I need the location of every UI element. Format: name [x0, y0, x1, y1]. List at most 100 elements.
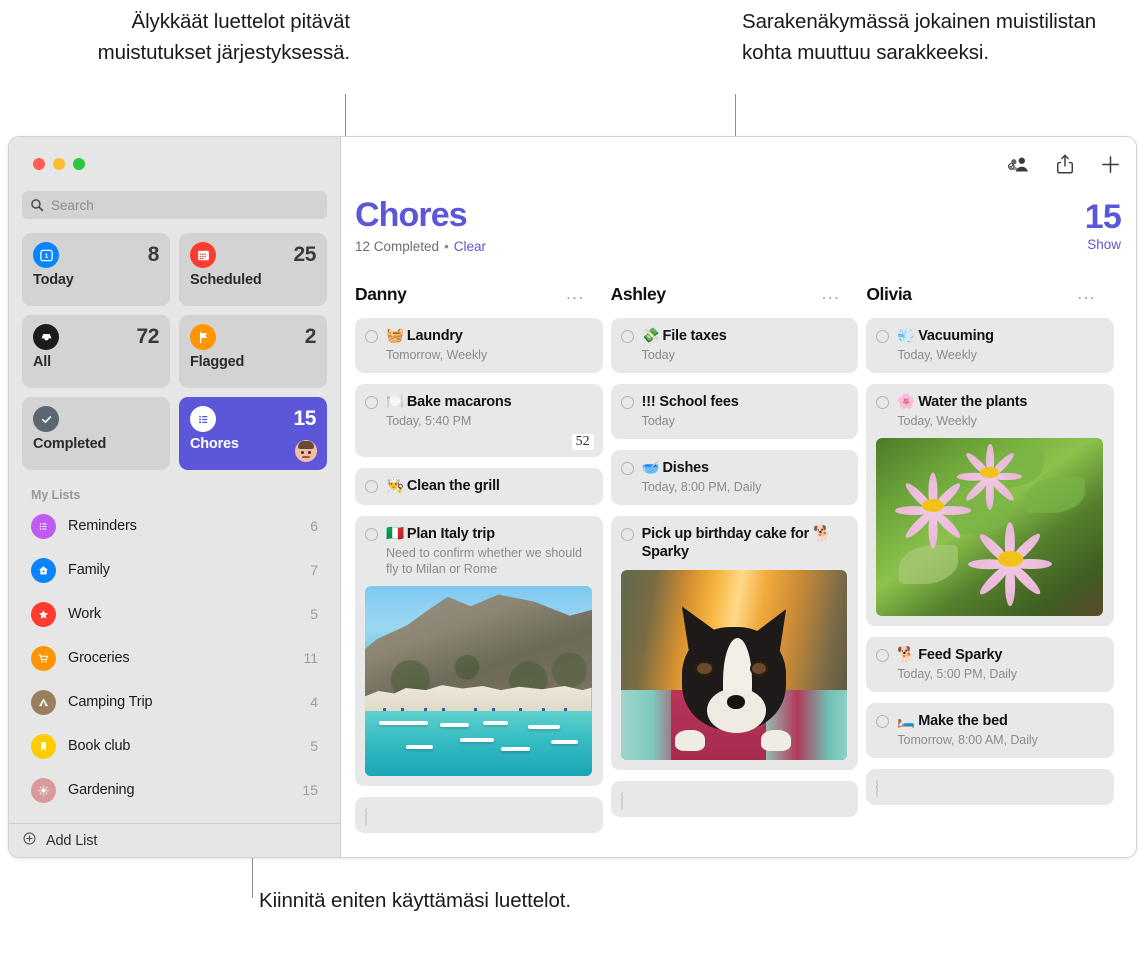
reminder-card[interactable]: 💸 File taxes Today — [610, 318, 859, 373]
reminder-card[interactable]: 🍽️ Bake macarons Today, 5:40 PM 52 — [355, 384, 603, 457]
reminder-subtitle: Today, 5:00 PM, Daily — [897, 667, 1017, 681]
column-ashley: Ashley ... 💸 File taxes Today !!! School… — [610, 281, 859, 857]
complete-circle[interactable] — [876, 330, 890, 343]
plus-icon[interactable] — [1100, 154, 1121, 175]
column-more-button[interactable]: ... — [822, 285, 841, 302]
sidebar-item-camping-trip[interactable]: Camping Trip 4 — [22, 680, 327, 724]
smart-list-chores[interactable]: 15 Chores — [179, 397, 327, 470]
callout-leader-line-left — [345, 94, 346, 142]
sidebar-item-count: 15 — [302, 782, 318, 798]
sidebar-item-book-club[interactable]: Book club 5 — [22, 724, 327, 768]
reminder-card[interactable]: 🐕 Feed Sparky Today, 5:00 PM, Daily — [866, 637, 1115, 692]
reminder-title: 🇮🇹 Plan Italy trip — [386, 526, 495, 542]
column-title: Danny — [355, 283, 407, 304]
sidebar-item-label: Work — [68, 606, 101, 622]
minimize-button[interactable] — [53, 158, 65, 170]
complete-circle[interactable] — [620, 396, 634, 409]
close-button[interactable] — [33, 158, 45, 170]
smart-list-today-label: Today — [33, 272, 74, 288]
column-olivia: Olivia ... 💨 Vacuuming Today, Weekly 🌸 W… — [866, 281, 1115, 857]
reminder-title: 👨‍🍳 Clean the grill — [386, 478, 500, 494]
reminder-card[interactable]: 💨 Vacuuming Today, Weekly — [866, 318, 1115, 373]
new-reminder-placeholder[interactable] — [610, 781, 859, 817]
reminder-title: 🍽️ Bake macarons — [386, 394, 512, 410]
reminder-title: 🐕 Feed Sparky — [897, 647, 1003, 663]
reminder-title: !!! School fees — [641, 394, 739, 410]
reminder-emoji: 👨‍🍳 — [386, 478, 404, 494]
reminder-card[interactable]: 🌸 Water the plants Today, Weekly — [866, 384, 1115, 626]
smart-list-completed[interactable]: Completed — [22, 397, 170, 470]
share-participants-icon[interactable] — [1006, 154, 1030, 174]
column-header: Olivia ... — [866, 281, 1114, 307]
scheduled-calendar-icon — [190, 242, 216, 268]
reminder-emoji: 💸 — [641, 328, 660, 344]
reminder-title: Pick up birthday cake for 🐕 Sparky — [641, 526, 831, 560]
reminder-emoji: 🧺 — [386, 328, 404, 344]
plus-circle-icon — [22, 831, 37, 851]
complete-circle[interactable] — [620, 528, 634, 541]
complete-circle[interactable] — [876, 649, 890, 662]
reminder-title: 💨 Vacuuming — [897, 328, 994, 344]
my-lists: Reminders 6 Family 7 Work 5 Groceries 11… — [9, 504, 340, 823]
reminder-card[interactable]: 🥣 Dishes Today, 8:00 PM, Daily — [610, 450, 859, 505]
sidebar-item-label: Reminders — [68, 518, 137, 534]
complete-circle[interactable] — [876, 396, 890, 409]
smart-list-today[interactable]: 1 8 Today — [22, 233, 170, 306]
smart-list-completed-label: Completed — [33, 436, 107, 452]
column-more-button[interactable]: ... — [1077, 285, 1096, 302]
reminder-badge: 52 — [571, 434, 594, 450]
smart-list-all[interactable]: 72 All — [22, 315, 170, 388]
complete-circle[interactable] — [365, 807, 367, 826]
reminder-card[interactable]: 🇮🇹 Plan Italy trip Need to confirm whethe… — [355, 516, 603, 786]
reminder-card[interactable]: 🧺 Laundry Tomorrow, Weekly — [355, 318, 603, 373]
sidebar-item-family[interactable]: Family 7 — [22, 548, 327, 592]
complete-circle[interactable] — [620, 791, 623, 810]
reminder-title: 🛏️ Make the bed — [897, 713, 1008, 729]
new-reminder-placeholder[interactable] — [866, 769, 1115, 805]
sidebar-item-gardening[interactable]: Gardening 15 — [22, 768, 327, 812]
zoom-button[interactable] — [73, 158, 85, 170]
sidebar-item-label: Family — [68, 562, 110, 578]
sidebar-item-groceries[interactable]: Groceries 11 — [22, 636, 327, 680]
today-calendar-icon: 1 — [33, 242, 59, 268]
complete-circle[interactable] — [365, 528, 378, 541]
complete-circle[interactable] — [620, 462, 634, 475]
share-icon[interactable] — [1055, 153, 1075, 175]
complete-circle[interactable] — [365, 480, 378, 493]
column-danny: Danny ... 🧺 Laundry Tomorrow, Weekly 🍽️ … — [355, 281, 603, 857]
complete-circle[interactable] — [876, 779, 879, 798]
sidebar-item-count: 5 — [310, 606, 318, 622]
sidebar-item-label: Camping Trip — [68, 694, 153, 710]
complete-circle[interactable] — [876, 715, 890, 728]
search-placeholder: Search — [51, 197, 94, 213]
dog-sparky-photo — [620, 570, 848, 760]
sidebar-item-work[interactable]: Work 5 — [22, 592, 327, 636]
reminder-card[interactable]: 🛏️ Make the bed Tomorrow, 8:00 AM, Daily — [866, 703, 1115, 758]
smart-list-flagged-count: 2 — [304, 325, 317, 348]
reminder-title: 🥣 Dishes — [641, 460, 709, 476]
reminder-card[interactable]: !!! School fees Today — [610, 384, 859, 439]
add-list-label: Add List — [46, 832, 98, 849]
all-inbox-icon — [33, 324, 59, 350]
reminder-card[interactable]: 👨‍🍳 Clean the grill — [355, 468, 603, 505]
flower — [958, 522, 1062, 606]
show-button[interactable]: Show — [1085, 237, 1121, 252]
complete-circle[interactable] — [620, 330, 634, 343]
columns-container: Danny ... 🧺 Laundry Tomorrow, Weekly 🍽️ … — [341, 281, 1136, 857]
sidebar-item-reminders[interactable]: Reminders 6 — [22, 504, 327, 548]
reminder-card[interactable]: Pick up birthday cake for 🐕 Sparky — [610, 516, 859, 770]
clear-button[interactable]: Clear — [454, 239, 486, 254]
smart-list-scheduled[interactable]: 25 Scheduled — [179, 233, 327, 306]
column-title: Olivia — [866, 283, 912, 304]
sidebar-item-label: Gardening — [68, 782, 135, 798]
reminder-subtitle: Today, 5:40 PM — [386, 414, 472, 428]
reminder-emoji: 🇮🇹 — [386, 526, 404, 542]
smart-list-flagged[interactable]: 2 Flagged — [179, 315, 327, 388]
search-input[interactable]: Search — [22, 191, 327, 219]
add-list-button[interactable]: Add List — [9, 823, 340, 857]
column-more-button[interactable]: ... — [566, 285, 585, 302]
new-reminder-placeholder[interactable] — [355, 797, 603, 833]
smart-list-all-label: All — [33, 354, 51, 370]
complete-circle[interactable] — [365, 396, 378, 409]
complete-circle[interactable] — [365, 330, 378, 343]
